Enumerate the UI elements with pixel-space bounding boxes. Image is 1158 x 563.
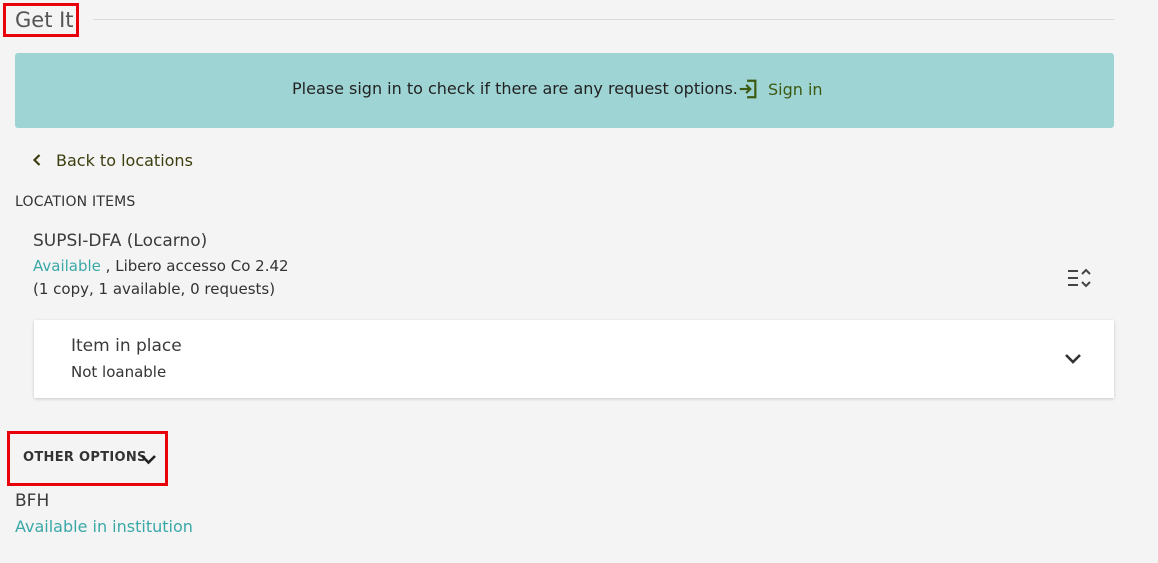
header-divider [93, 19, 1114, 20]
get-it-header: Get It [0, 0, 1158, 44]
location-name: SUPSI-DFA (Locarno) [33, 231, 208, 251]
sort-list-icon[interactable] [1065, 266, 1093, 290]
location-items-heading: LOCATION ITEMS [15, 194, 136, 210]
sign-in-icon [739, 79, 757, 99]
item-policy: Not loanable [71, 363, 167, 381]
back-to-locations-label: Back to locations [56, 150, 193, 170]
signin-label: Sign in [768, 79, 823, 99]
signin-message: Please sign in to check if there are any… [292, 79, 738, 98]
signin-banner: Please sign in to check if there are any… [15, 53, 1114, 128]
institution-name: BFH [15, 491, 50, 511]
other-options-toggle[interactable]: OTHER OPTIONS [7, 431, 168, 486]
institution-availability-link[interactable]: Available in institution [15, 517, 193, 536]
item-row[interactable]: Item in place Not loanable [34, 320, 1114, 398]
signin-button[interactable]: Sign in [737, 76, 823, 102]
chevron-down-icon [141, 455, 156, 465]
availability-status: Available [33, 257, 101, 275]
other-options-label: OTHER OPTIONS [23, 450, 147, 465]
location-status: Available , Libero accesso Co 2.42 [33, 257, 289, 275]
section-title: Get It [3, 3, 79, 37]
back-to-locations-link[interactable]: Back to locations [30, 149, 193, 171]
chevron-left-icon [32, 154, 41, 166]
chevron-down-icon[interactable] [1063, 351, 1083, 367]
copy-counts: (1 copy, 1 available, 0 requests) [33, 280, 276, 298]
item-status: Item in place [71, 336, 182, 356]
shelf-location: , Libero accesso Co 2.42 [100, 257, 289, 275]
